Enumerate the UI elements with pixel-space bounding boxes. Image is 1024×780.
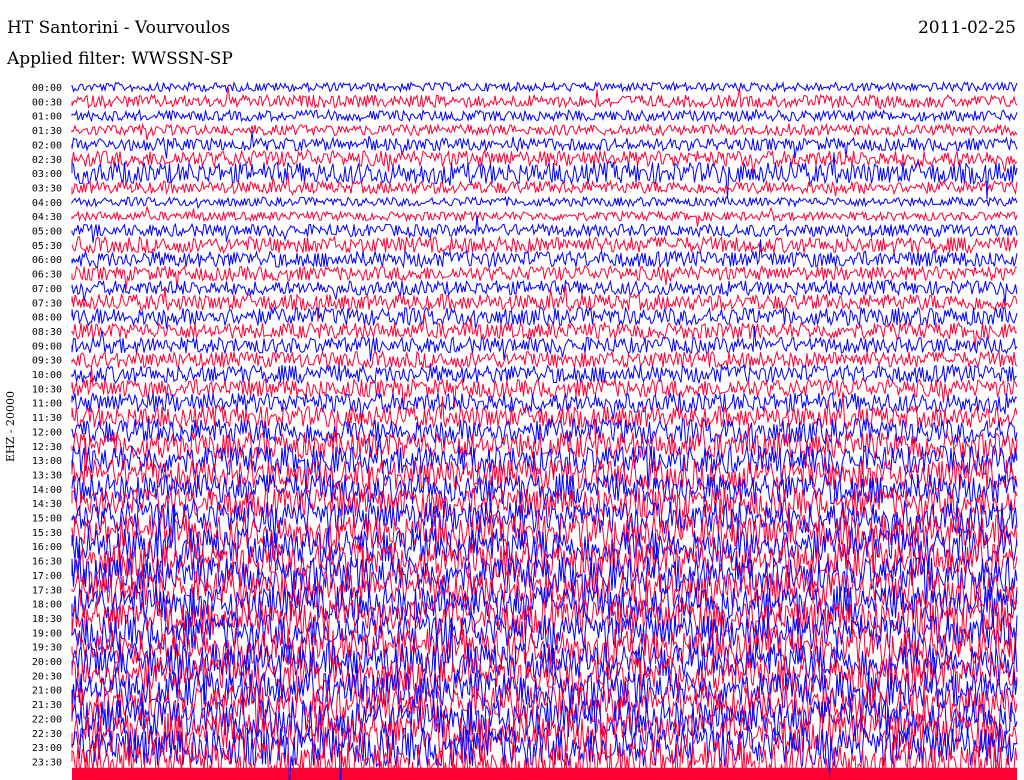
trace-0330: [71, 172, 1018, 196]
tick-label-1030: 10:30: [32, 384, 62, 395]
tick-label-1530: 15:30: [32, 528, 62, 539]
tick-label-0500: 05:00: [32, 227, 62, 238]
tick-label-2100: 21:00: [32, 686, 62, 697]
tick-label-0700: 07:00: [32, 284, 62, 295]
tick-label-0430: 04:30: [32, 212, 62, 223]
trace-1230: [71, 417, 1018, 461]
tick-label-0130: 01:30: [32, 126, 62, 137]
tick-label-0900: 09:00: [32, 341, 62, 352]
trace-1630: [71, 522, 1018, 585]
trace-0530: [71, 235, 1018, 255]
tick-label-0000: 00:00: [32, 83, 62, 94]
tick-label-0830: 08:30: [32, 327, 62, 338]
tick-label-0230: 02:30: [32, 155, 62, 166]
helicorder-plot: 00:00 00:30 01:00 01:30 02:00 02:30 03:00 03:30…: [32, 80, 1018, 780]
tick-label-0930: 09:30: [32, 356, 62, 367]
trace-0430: [71, 206, 1018, 227]
trace-0130: [71, 122, 1018, 141]
tick-label-1600: 16:00: [32, 542, 62, 553]
tick-label-0630: 06:30: [32, 270, 62, 281]
tick-label-1000: 10:00: [32, 370, 62, 381]
trace-0600: [71, 239, 1018, 269]
tick-label-1700: 17:00: [32, 571, 62, 582]
tick-label-0030: 00:30: [32, 97, 62, 108]
trace-0930: [71, 350, 1018, 369]
tick-label-1730: 17:30: [32, 585, 62, 596]
trace-1000: [71, 363, 1018, 385]
tick-label-1400: 14:00: [32, 485, 62, 496]
tick-label-0330: 03:30: [32, 183, 62, 194]
tick-label-0730: 07:30: [32, 298, 62, 309]
trace-0000: [71, 80, 1018, 94]
tick-label-1230: 12:30: [32, 442, 62, 453]
tick-label-0100: 01:00: [32, 112, 62, 123]
tick-label-1430: 14:30: [32, 499, 62, 510]
tick-label-2230: 22:30: [32, 729, 62, 740]
tick-label-2030: 20:30: [32, 671, 62, 682]
tick-label-1900: 19:00: [32, 628, 62, 639]
tick-label-0800: 08:00: [32, 313, 62, 324]
tick-label-0530: 05:30: [32, 241, 62, 252]
tick-label-2330: 23:30: [32, 757, 62, 768]
tick-label-2000: 20:00: [32, 657, 62, 668]
tick-label-2130: 21:30: [32, 700, 62, 711]
tick-label-1200: 12:00: [32, 427, 62, 438]
trace-0400: [71, 195, 1018, 210]
tick-label-2200: 22:00: [32, 714, 62, 725]
tick-label-1800: 18:00: [32, 600, 62, 611]
tick-label-0200: 02:00: [32, 140, 62, 151]
tick-label-1100: 11:00: [32, 399, 62, 410]
trace-0100: [71, 107, 1018, 123]
tick-label-0600: 06:00: [32, 255, 62, 266]
tick-label-1630: 16:30: [32, 557, 62, 568]
tick-label-2300: 23:00: [32, 743, 62, 754]
tick-label-0400: 04:00: [32, 198, 62, 209]
tick-label-1330: 13:30: [32, 470, 62, 481]
tick-label-1130: 11:30: [32, 413, 62, 424]
trace-0030: [71, 86, 1018, 110]
tick-label-1830: 18:30: [32, 614, 62, 625]
tick-label-1930: 19:30: [32, 643, 62, 654]
tick-label-0300: 03:00: [32, 169, 62, 180]
trace-1200: [71, 417, 1018, 449]
tick-label-1500: 15:00: [32, 514, 62, 525]
tick-label-1300: 13:00: [32, 456, 62, 467]
